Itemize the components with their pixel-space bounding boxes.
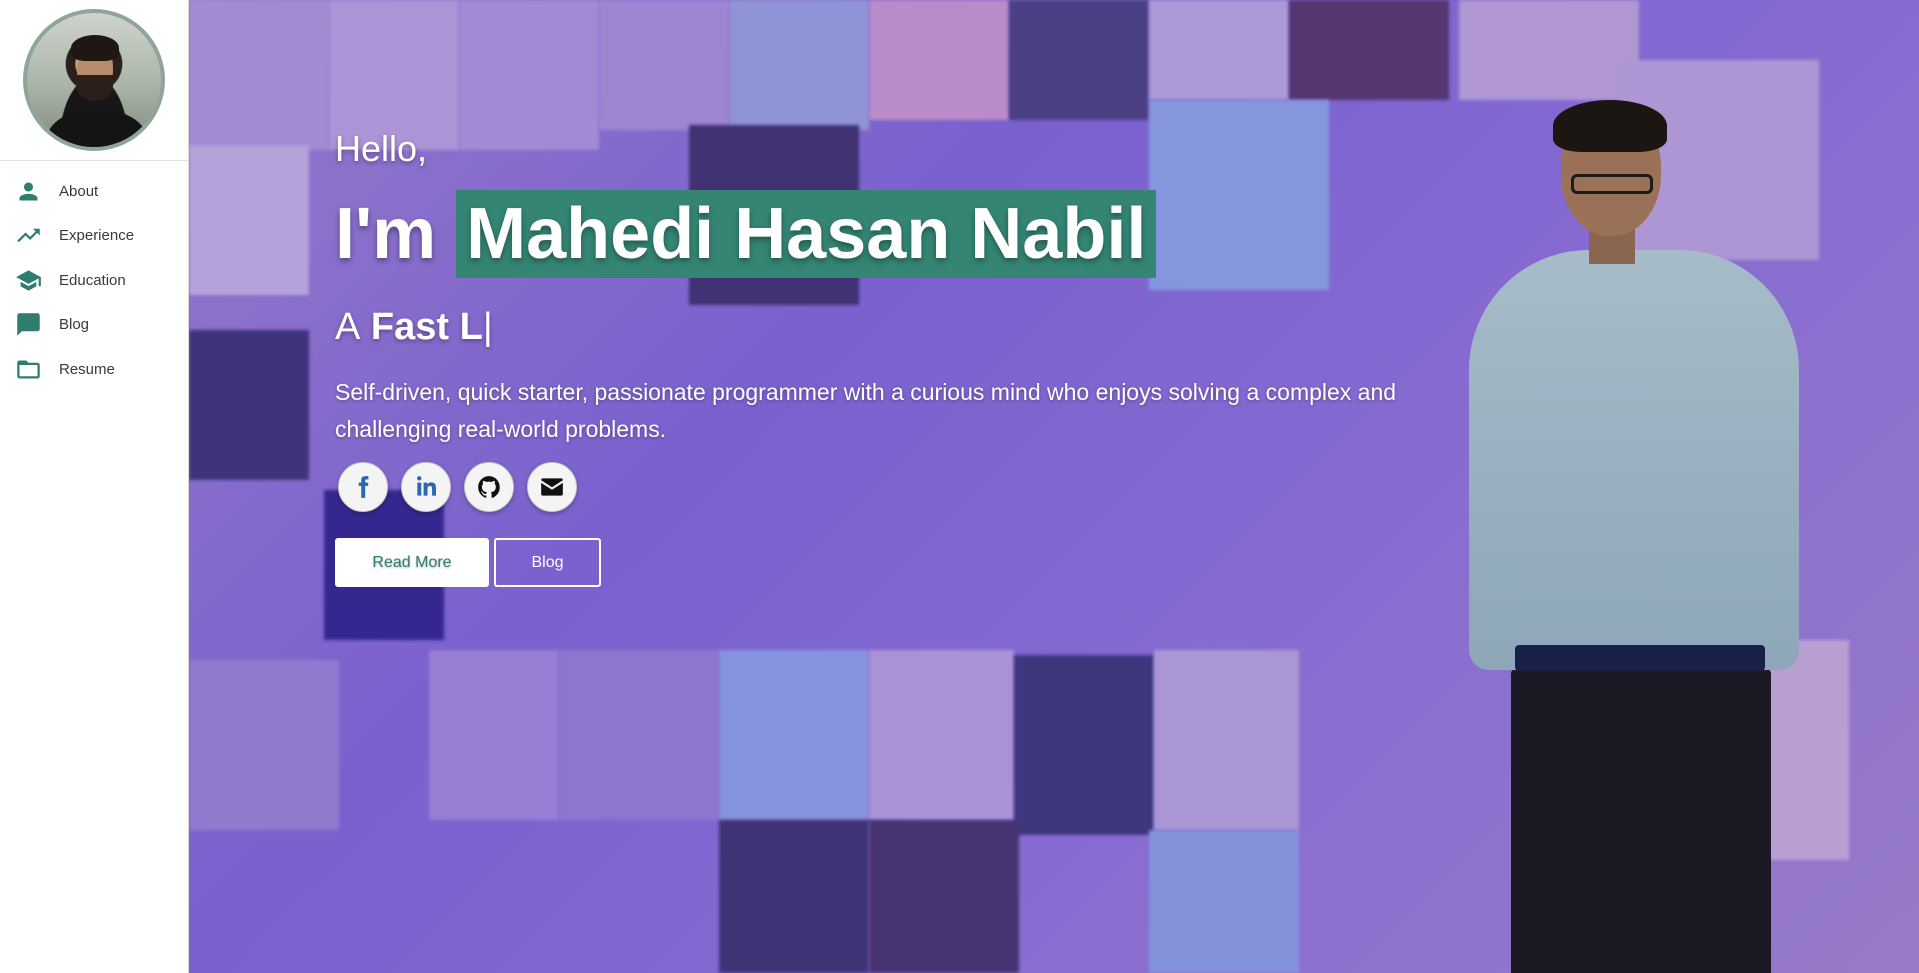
sidebar-nav: About Experience Education Blog Resume [0,161,188,392]
avatar-container [0,0,188,161]
intro-line: I'm Mahedi Hasan Nabil [335,190,1157,278]
typing-cursor: | [482,306,493,348]
name-highlight: Mahedi Hasan Nabil [456,190,1157,278]
social-links [338,462,577,512]
github-icon [478,476,500,498]
blog-button[interactable]: Blog [494,538,601,587]
portrait-glasses [1571,174,1653,194]
hero-section: Hello, I'm Mahedi Hasan Nabil A Fast L| … [189,0,1919,973]
sidebar-item-label: About [59,182,99,200]
hero-description: Self-driven, quick starter, passionate p… [335,379,1397,442]
email-link[interactable] [527,462,577,512]
folder-icon [17,360,40,379]
typed-role: A Fast L| [335,306,493,349]
sidebar-item-blog[interactable]: Blog [0,303,188,348]
sidebar-item-experience[interactable]: Experience [0,214,188,259]
avatar-beard [77,75,113,101]
list-icon [17,313,40,336]
intro-prefix: I'm [335,194,437,274]
sidebar-item-label: Resume [59,360,115,378]
read-more-button[interactable]: Read More [335,538,489,587]
sidebar-item-label: Blog [59,316,90,334]
trending-up-icon [17,229,40,243]
portrait-hair [1553,100,1667,152]
facebook-link[interactable] [338,462,388,512]
avatar-shirt [47,109,147,147]
facebook-icon [358,476,369,498]
person-icon [19,182,38,201]
portrait-pants [1511,668,1771,973]
portrait-shirt [1469,250,1799,670]
sidebar-item-about[interactable]: About [0,169,188,214]
role-prefix: A [335,306,361,348]
role-typed-text: Fast L [370,306,483,348]
avatar-hair [71,35,119,61]
portrait-photo [1449,100,1869,973]
graduation-cap-icon [16,270,41,291]
sidebar: About Experience Education Blog Resume [0,0,189,973]
linkedin-link[interactable] [401,462,451,512]
github-link[interactable] [464,462,514,512]
portrait-belt [1515,645,1765,671]
sidebar-item-education[interactable]: Education [0,258,188,303]
sidebar-item-label: Education [59,271,126,289]
sidebar-item-label: Experience [59,227,135,245]
email-icon [541,478,563,496]
avatar[interactable] [23,9,165,151]
greeting: Hello, [335,128,428,169]
hero-buttons: Read More Blog [335,538,601,587]
linkedin-icon [417,476,436,496]
sidebar-item-resume[interactable]: Resume [0,347,188,392]
